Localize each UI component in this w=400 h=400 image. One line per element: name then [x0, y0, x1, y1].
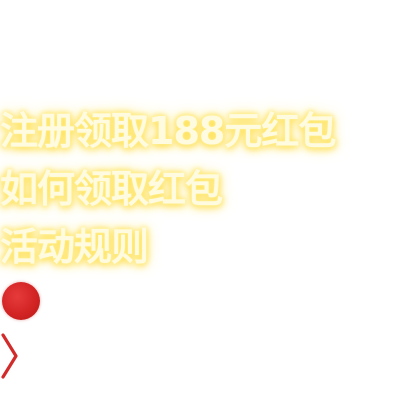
- red-dot-icon[interactable]: [2, 282, 40, 320]
- promo-page: 注册领取188元红包 如何领取红包 活动规则: [0, 0, 400, 400]
- how-to-claim-link[interactable]: 如何领取红包: [0, 170, 223, 208]
- register-bonus-link[interactable]: 注册领取188元红包: [0, 112, 336, 150]
- chevron-right-icon[interactable]: [0, 333, 22, 379]
- activity-rules-link[interactable]: 活动规则: [0, 228, 149, 266]
